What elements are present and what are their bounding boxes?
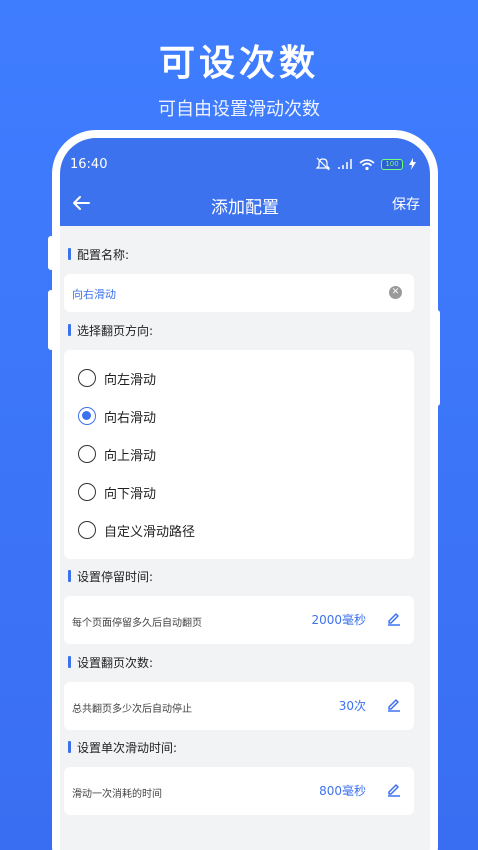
section-marker: [68, 741, 71, 753]
radio-button[interactable]: [78, 483, 96, 501]
section-marker: [68, 324, 71, 336]
save-button[interactable]: 保存: [392, 194, 420, 214]
config-name-input[interactable]: 向右滑动: [72, 286, 116, 302]
status-icons: 100: [315, 156, 416, 172]
radio-button[interactable]: [78, 521, 96, 539]
radio-button[interactable]: [78, 369, 96, 387]
page-count-label: 设置翻页次数:: [77, 655, 154, 670]
edit-icon[interactable]: [386, 610, 402, 626]
radio-label: 向下滑动: [104, 486, 157, 502]
radio-option-down[interactable]: 向下滑动: [78, 481, 156, 503]
swipe-time-row[interactable]: 滑动一次消耗的时间 800毫秒: [64, 767, 414, 815]
radio-option-left[interactable]: 向左滑动: [78, 367, 156, 389]
radio-label: 向上滑动: [104, 448, 157, 464]
direction-options: 向左滑动 向右滑动 向上滑动 向下滑动 自定义滑动路径: [64, 350, 414, 559]
signal-icon: [338, 159, 352, 169]
direction-label: 选择翻页方向:: [77, 323, 154, 338]
radio-option-up[interactable]: 向上滑动: [78, 443, 156, 465]
radio-option-right[interactable]: 向右滑动: [78, 405, 156, 427]
stay-time-description: 每个页面停留多久后自动翻页: [72, 618, 202, 629]
radio-label: 向左滑动: [104, 372, 157, 388]
swipe-time-section: 设置单次滑动时间:: [68, 737, 177, 757]
mute-icon: [315, 157, 331, 171]
section-marker: [68, 570, 71, 582]
swipe-time-value: 800毫秒: [319, 784, 366, 798]
edit-icon[interactable]: [386, 781, 402, 797]
edit-icon[interactable]: [386, 696, 402, 712]
stay-time-row[interactable]: 每个页面停留多久后自动翻页 2000毫秒: [64, 596, 414, 644]
page-count-row[interactable]: 总共翻页多少次后自动停止 30次: [64, 682, 414, 730]
page-count-value: 30次: [338, 699, 366, 713]
swipe-time-label: 设置单次滑动时间:: [77, 740, 178, 755]
config-form: 配置名称: 向右滑动 ✕ 选择翻页方向: 向左滑动 向右滑动 向上滑动 向下滑动…: [60, 226, 430, 850]
config-name-label: 配置名称:: [77, 247, 130, 262]
config-name-field[interactable]: 向右滑动 ✕: [64, 274, 414, 312]
page-title: 添加配置: [211, 198, 279, 218]
charging-icon: [409, 158, 416, 170]
page-count-section: 设置翻页次数:: [68, 652, 153, 672]
radio-button[interactable]: [78, 445, 96, 463]
battery-icon: 100: [381, 158, 403, 170]
config-name-section: 配置名称:: [68, 244, 129, 264]
stay-time-section: 设置停留时间:: [68, 566, 153, 586]
section-marker: [68, 656, 71, 668]
app-header: 16:40 100 添加配置 保存: [60, 138, 430, 226]
promo-subtitle: 可自由设置滑动次数: [158, 99, 320, 120]
stay-time-value: 2000毫秒: [311, 613, 366, 627]
radio-option-custom[interactable]: 自定义滑动路径: [78, 519, 195, 541]
direction-section: 选择翻页方向:: [68, 320, 153, 340]
radio-label: 自定义滑动路径: [104, 524, 196, 540]
promo-title: 可设次数: [158, 43, 319, 84]
page-count-description: 总共翻页多少次后自动停止: [72, 704, 192, 715]
swipe-time-description: 滑动一次消耗的时间: [72, 789, 162, 800]
section-marker: [68, 248, 71, 260]
status-time: 16:40: [70, 157, 108, 172]
phone-frame: 16:40 100 添加配置 保存 配置名称: 向右滑动 ✕ 选择翻页方向: 向…: [52, 130, 438, 850]
wifi-icon: [359, 158, 375, 170]
radio-label: 向右滑动: [104, 410, 157, 426]
stay-time-label: 设置停留时间:: [77, 569, 154, 584]
radio-button-selected[interactable]: [78, 407, 96, 425]
clear-icon[interactable]: ✕: [389, 286, 402, 299]
